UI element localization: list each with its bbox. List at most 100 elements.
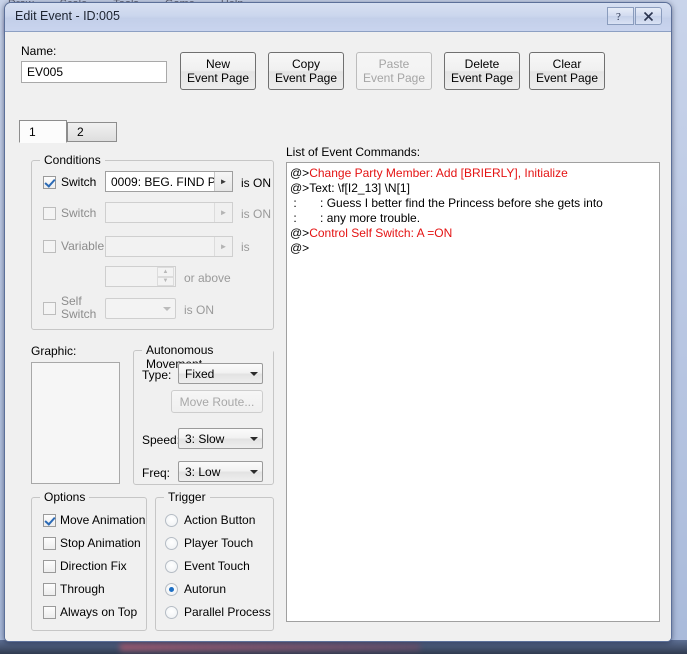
apply-button: Apply <box>603 641 672 642</box>
condition-switch1-browse-icon[interactable]: ► <box>214 172 232 191</box>
new-event-page-line2: Event Page <box>186 71 250 85</box>
condition-switch1-label: Switch <box>61 175 97 189</box>
trigger-player-touch-radio[interactable] <box>165 537 178 550</box>
movement-speed-dropdown[interactable]: 3: Slow <box>178 428 263 449</box>
graphic-preview-box[interactable] <box>31 362 120 484</box>
option-through-checkbox[interactable] <box>43 583 56 596</box>
tab-page-1[interactable]: 1 <box>19 120 67 143</box>
tab-page-2[interactable]: 2 <box>67 122 117 142</box>
condition-switch2-checkbox[interactable] <box>43 207 56 220</box>
event-command-row[interactable]: @> <box>290 241 657 256</box>
trigger-player-touch-label: Player Touch <box>184 536 254 550</box>
movement-speed-label: Speed: <box>142 433 181 447</box>
condition-variable-checkbox[interactable] <box>43 240 56 253</box>
condition-switch2-browse-icon: ► <box>214 203 232 222</box>
option-direction-fix-checkbox[interactable] <box>43 560 56 573</box>
condition-variable-orabove-label: or above <box>184 271 231 285</box>
condition-switch1-suffix: is ON <box>241 176 271 190</box>
event-name-input[interactable] <box>21 61 167 83</box>
trigger-event-touch-label: Event Touch <box>184 559 250 573</box>
ok-button[interactable]: OK <box>441 641 516 642</box>
option-direction-fix-label: Direction Fix <box>60 559 127 573</box>
option-always-on-top-label: Always on Top <box>60 605 138 619</box>
movement-type-dropdown[interactable]: Fixed <box>178 363 263 384</box>
copy-event-page-line1: Copy <box>291 57 320 71</box>
condition-variable-value-spinner: ▲ ▼ <box>105 266 176 287</box>
copy-event-page-button[interactable]: Copy Event Page <box>268 52 344 90</box>
command-prefix: : <box>290 211 301 225</box>
movement-freq-label: Freq: <box>142 466 171 480</box>
option-always-on-top-checkbox[interactable] <box>43 606 56 619</box>
event-command-row[interactable]: : : Guess I better find the Princess bef… <box>290 196 657 211</box>
event-command-row[interactable]: @>Control Self Switch: A =ON <box>290 226 657 241</box>
cancel-button[interactable]: Cancel <box>522 641 597 642</box>
option-stop-animation-checkbox[interactable] <box>43 537 56 550</box>
command-text: : Guess I better find the Princess befor… <box>300 196 603 210</box>
event-command-row[interactable]: @>Change Party Member: Add [BRIERLY], In… <box>290 166 657 181</box>
spinner-buttons: ▲ ▼ <box>157 267 174 286</box>
event-commands-label: List of Event Commands: <box>286 145 421 159</box>
new-event-page-line1: New <box>205 57 230 71</box>
condition-variable-label: Variable <box>61 239 105 253</box>
delete-event-page-button[interactable]: Delete Event Page <box>444 52 520 90</box>
trigger-action-button-radio[interactable] <box>165 514 178 527</box>
new-event-page-button[interactable]: New Event Page <box>180 52 256 90</box>
name-label: Name: <box>21 44 57 58</box>
condition-switch1-checkbox[interactable] <box>43 176 56 189</box>
movement-freq-dropdown[interactable]: 3: Low <box>178 461 263 482</box>
condition-switch2-label: Switch <box>61 206 97 220</box>
dialog-title: Edit Event - ID:005 <box>15 9 120 23</box>
edit-event-dialog: Edit Event - ID:005 ? Name: New Event Pa… <box>4 2 672 642</box>
close-icon <box>643 11 654 21</box>
command-text: Text: \f[I2_13] \N[1] <box>309 181 410 195</box>
chevron-down-icon <box>245 372 262 376</box>
trigger-parallel-process-label: Parallel Process <box>184 605 271 619</box>
condition-switch1-field[interactable]: 0009: BEG. FIND PRIN ► <box>105 171 233 192</box>
spinner-up-icon: ▲ <box>157 267 174 277</box>
condition-switch1-value: 0009: BEG. FIND PRIN <box>111 174 214 189</box>
command-text: : any more trouble. <box>300 211 421 225</box>
options-legend: Options <box>40 490 90 504</box>
move-route-button: Move Route... <box>171 390 263 413</box>
close-button[interactable] <box>635 7 662 25</box>
trigger-autorun-radio[interactable] <box>165 583 178 596</box>
trigger-action-button-label: Action Button <box>184 513 256 527</box>
spinner-down-icon: ▼ <box>157 276 174 286</box>
command-prefix: : <box>290 196 301 210</box>
conditions-legend: Conditions <box>40 153 105 167</box>
trigger-parallel-process-radio[interactable] <box>165 606 178 619</box>
question-mark-icon: ? <box>616 11 621 22</box>
condition-variable-suffix: is <box>241 240 250 254</box>
paste-event-page-line1: Paste <box>378 57 410 71</box>
trigger-event-touch-radio[interactable] <box>165 560 178 573</box>
clear-event-page-button[interactable]: Clear Event Page <box>529 52 605 90</box>
event-command-row[interactable]: @>Text: \f[I2_13] \N[1] <box>290 181 657 196</box>
event-command-row[interactable]: : : any more trouble. <box>290 211 657 226</box>
command-prefix: @> <box>290 241 310 255</box>
delete-event-page-line2: Event Page <box>450 71 514 85</box>
chevron-down-icon <box>245 470 262 474</box>
selfswitch-label-line2: Switch <box>61 307 97 321</box>
event-commands-list[interactable]: @>Change Party Member: Add [BRIERLY], In… <box>286 162 660 622</box>
help-button[interactable]: ? <box>607 7 634 25</box>
trigger-legend: Trigger <box>164 490 210 504</box>
dialog-title-bar[interactable]: Edit Event - ID:005 ? <box>5 3 671 32</box>
condition-selfswitch-checkbox[interactable] <box>43 302 56 315</box>
trigger-autorun-label: Autorun <box>184 582 227 596</box>
option-through-label: Through <box>60 582 105 596</box>
option-move-animation-label: Move Animation <box>60 513 146 527</box>
condition-selfswitch-suffix: is ON <box>184 303 214 317</box>
condition-selfswitch-dropdown <box>105 298 176 319</box>
movement-speed-value: 3: Slow <box>185 431 225 446</box>
condition-variable-browse-icon: ► <box>214 237 232 256</box>
clear-event-page-line2: Event Page <box>535 71 599 85</box>
movement-type-label: Type: <box>142 368 172 382</box>
clear-event-page-line1: Clear <box>552 57 582 71</box>
option-move-animation-checkbox[interactable] <box>43 514 56 527</box>
svg-text:?: ? <box>616 11 621 22</box>
condition-selfswitch-label: Self Switch <box>61 295 96 321</box>
command-prefix: @> <box>290 166 310 180</box>
movement-freq-value: 3: Low <box>185 464 221 479</box>
condition-switch2-field: ► <box>105 202 233 223</box>
backdrop-status-bar <box>0 640 687 654</box>
